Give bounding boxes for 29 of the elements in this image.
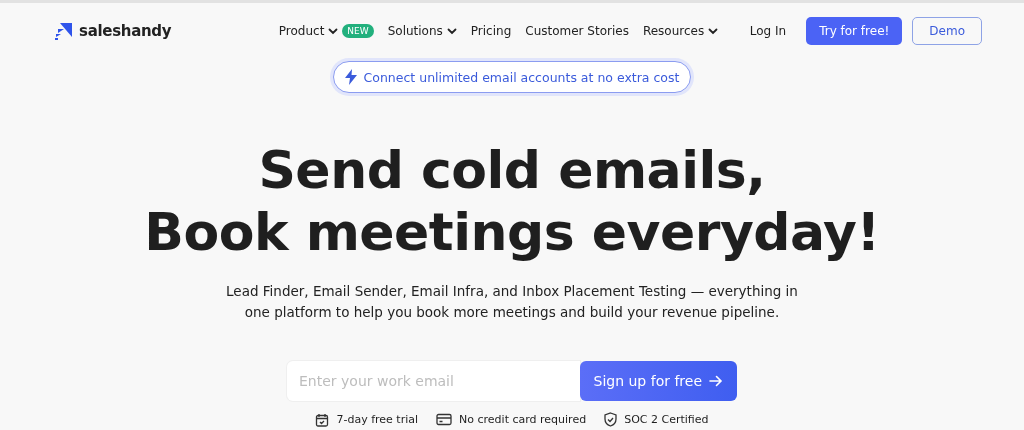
try-free-button[interactable]: Try for free!	[806, 17, 903, 45]
chevron-down-icon	[328, 27, 339, 35]
chevron-down-icon	[446, 27, 457, 35]
announcement-text: Connect unlimited email accounts at no extra cost	[363, 69, 680, 85]
login-link[interactable]: Log In	[749, 24, 787, 38]
arrow-right-icon	[709, 375, 723, 387]
shield-check-icon	[604, 412, 618, 427]
lightning-icon	[344, 69, 357, 85]
trust-label: No credit card required	[459, 413, 587, 426]
nav-link[interactable]: Pricing	[470, 24, 512, 38]
nav-link[interactable]: Customer Stories	[525, 24, 629, 38]
headline: Send cold emails,	[258, 139, 766, 201]
credit-card-icon	[436, 413, 453, 426]
email-field[interactable]: Enter your work email	[287, 361, 580, 401]
subtitle: Lead Finder, Email Sender, Email Infra, and Inbox Placement Testing — everything in one platform to help you book more meetings and build your revenue pipeline.	[225, 282, 799, 322]
trust-label: 7-day free trial	[336, 413, 419, 426]
nav-link[interactable]: Product	[278, 24, 339, 38]
announcement-banner[interactable]: Connect unlimited email accounts at no extra cost	[332, 61, 692, 93]
chevron-down-icon	[708, 27, 719, 35]
signup-button[interactable]: Sign up for free	[579, 361, 737, 401]
calendar-icon	[315, 412, 330, 427]
brand-name[interactable]: saleshandy	[79, 22, 172, 40]
demo-button[interactable]: Demo	[912, 17, 982, 45]
logo-icon	[54, 21, 74, 41]
nav-link[interactable]: Solutions	[387, 24, 457, 38]
nav-link[interactable]: Resources	[642, 24, 719, 38]
new-badge: NEW	[342, 24, 374, 38]
trust-label: SOC 2 Certified	[624, 413, 709, 426]
headline: Book meetings everyday!	[144, 201, 880, 263]
